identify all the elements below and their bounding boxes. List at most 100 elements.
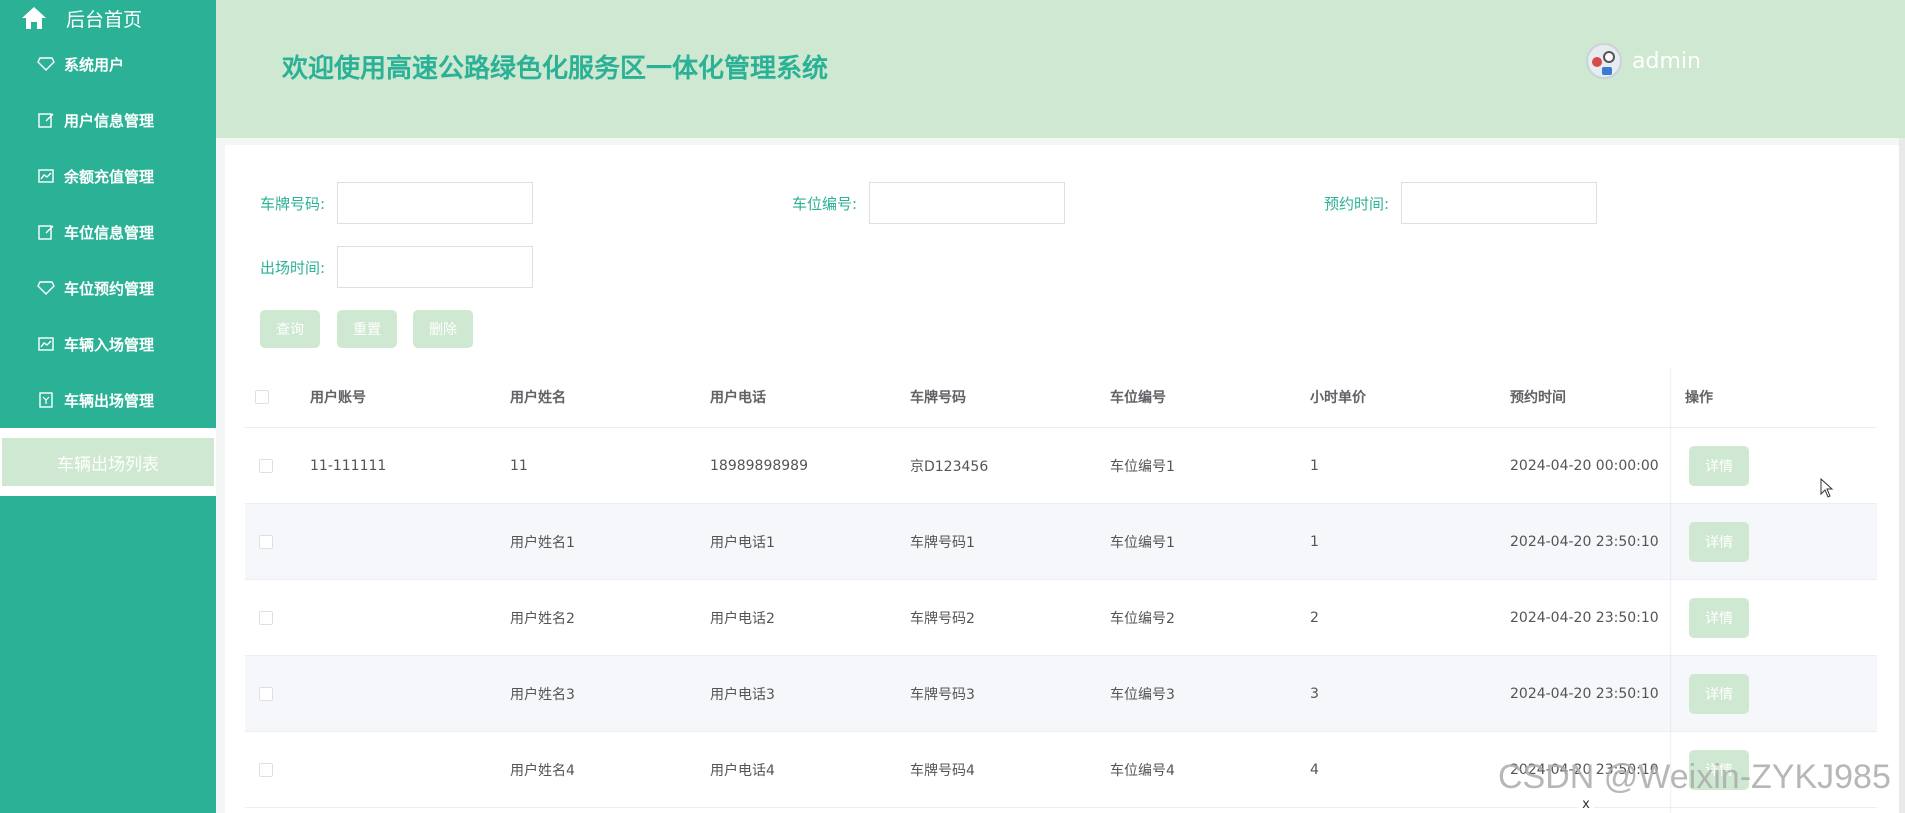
- cell-space: 车位编号3: [1110, 686, 1175, 703]
- table-row: 11-111111 11 18989898989 京D123456 车位编号1 …: [245, 428, 1877, 504]
- close-watermark-button[interactable]: x: [1578, 796, 1594, 813]
- sidebar-home[interactable]: 后台首页: [0, 0, 216, 36]
- search-exit: 出场时间:: [260, 246, 534, 288]
- sidebar-item-label: 用户信息管理: [64, 111, 155, 130]
- col-header: 车位编号: [1110, 390, 1166, 406]
- submenu-item-exit-list[interactable]: 车辆出场列表: [2, 438, 214, 486]
- watermark: CSDN @Weixin-ZYKJ985: [1498, 758, 1891, 796]
- search-reserve: 预约时间:: [1324, 182, 1598, 224]
- content-panel: 车牌号码: 车位编号: 预约时间: 出场时间: 查询 重置 删除 用户账号 用户…: [225, 145, 1900, 813]
- detail-button[interactable]: 详情: [1689, 445, 1749, 486]
- detail-button[interactable]: 详情: [1689, 597, 1749, 638]
- delete-button[interactable]: 删除: [413, 310, 473, 348]
- sidebar-item-label: 车位预约管理: [64, 279, 155, 298]
- cell-price: 2: [1310, 609, 1319, 626]
- sidebar: 后台首页 系统用户 用户信息管理 余额充值管理 车位信息管理 车位预约管理 车辆…: [0, 0, 216, 813]
- cell-reserve-time: 2024-04-20 23:50:10: [1510, 685, 1659, 702]
- cell-plate: 车牌号码4: [910, 762, 975, 779]
- diamond-icon: [36, 278, 56, 298]
- row-checkbox[interactable]: [259, 534, 273, 549]
- detail-button[interactable]: 详情: [1689, 673, 1749, 714]
- row-checkbox[interactable]: [259, 686, 273, 701]
- sidebar-item-user-info[interactable]: 用户信息管理: [0, 92, 216, 148]
- col-header: 用户电话: [710, 390, 766, 406]
- table-header: 用户账号 用户姓名 用户电话 车牌号码 车位编号 小时单价 预约时间 操作: [245, 367, 1877, 428]
- cell-phone: 用户电话1: [710, 534, 775, 551]
- search-exit-label: 出场时间:: [260, 258, 326, 277]
- cell-reserve-time: 2024-04-20 23:50:10: [1510, 609, 1659, 626]
- cell-plate: 车牌号码1: [910, 534, 975, 551]
- row-checkbox[interactable]: [259, 762, 273, 777]
- edit-icon: [36, 110, 56, 130]
- cell-space: 车位编号1: [1110, 458, 1175, 475]
- row-checkbox[interactable]: [259, 610, 273, 625]
- bookmark-icon: [36, 390, 56, 410]
- cell-phone: 用户电话2: [710, 610, 775, 627]
- sidebar-item-space-reserve[interactable]: 车位预约管理: [0, 260, 216, 316]
- search-plate: 车牌号码:: [260, 182, 534, 224]
- search-space-label: 车位编号:: [792, 194, 858, 213]
- row-checkbox[interactable]: [259, 458, 273, 473]
- cell-name: 用户姓名3: [510, 686, 575, 703]
- cell-space: 车位编号4: [1110, 762, 1175, 779]
- reserve-time-input[interactable]: [1401, 182, 1598, 224]
- cell-account: 11-111111: [310, 457, 387, 474]
- cell-name: 用户姓名1: [510, 534, 575, 551]
- col-header: 用户姓名: [510, 390, 566, 406]
- col-header: 操作: [1685, 390, 1713, 406]
- sidebar-home-label: 后台首页: [66, 8, 143, 31]
- cell-phone: 18989898989: [710, 457, 808, 474]
- reset-button[interactable]: 重置: [337, 310, 397, 348]
- cell-reserve-time: 2024-04-20 00:00:00: [1510, 457, 1659, 474]
- username: admin: [1632, 48, 1701, 74]
- cell-price: 4: [1310, 761, 1319, 778]
- sidebar-item-vehicle-exit[interactable]: 车辆出场管理: [0, 372, 216, 428]
- user-menu[interactable]: admin: [1586, 43, 1701, 79]
- cell-price: 1: [1310, 533, 1319, 550]
- sidebar-item-label: 车辆出场管理: [64, 391, 155, 410]
- header: 欢迎使用高速公路绿色化服务区一体化管理系统 admin: [216, 0, 1905, 138]
- col-header: 用户账号: [310, 390, 366, 406]
- cell-price: 3: [1310, 685, 1319, 702]
- sidebar-item-label: 系统用户: [64, 55, 125, 74]
- table-row: 用户姓名1 用户电话1 车牌号码1 车位编号1 1 2024-04-20 23:…: [245, 504, 1877, 580]
- plate-input[interactable]: [337, 182, 534, 224]
- mouse-cursor-icon: [1820, 478, 1834, 498]
- home-icon: [22, 7, 46, 29]
- select-all-checkbox[interactable]: [255, 390, 269, 404]
- space-input[interactable]: [869, 182, 1066, 224]
- scrollbar[interactable]: [1899, 138, 1905, 813]
- submenu-panel: 车辆出场列表: [0, 428, 216, 496]
- diamond-icon: [36, 54, 56, 74]
- sidebar-item-system-users[interactable]: 系统用户: [0, 36, 216, 92]
- sidebar-item-vehicle-entry[interactable]: 车辆入场管理: [0, 316, 216, 372]
- col-header: 小时单价: [1310, 390, 1366, 406]
- cell-price: 1: [1310, 457, 1319, 474]
- cell-reserve-time: 2024-04-20 23:50:10: [1510, 533, 1659, 550]
- detail-button[interactable]: 详情: [1689, 521, 1749, 562]
- search-space: 车位编号:: [792, 182, 1066, 224]
- cell-name: 用户姓名4: [510, 762, 575, 779]
- sidebar-item-label: 车辆入场管理: [64, 335, 155, 354]
- cell-phone: 用户电话3: [710, 686, 775, 703]
- sidebar-item-recharge[interactable]: 余额充值管理: [0, 148, 216, 204]
- sidebar-item-space-info[interactable]: 车位信息管理: [0, 204, 216, 260]
- cell-phone: 用户电话4: [710, 762, 775, 779]
- cell-name: 用户姓名2: [510, 610, 575, 627]
- chart-icon: [36, 334, 56, 354]
- col-header: 预约时间: [1510, 390, 1566, 406]
- avatar: [1586, 43, 1622, 79]
- fixed-column-shadow: [1670, 367, 1672, 813]
- edit-icon: [36, 222, 56, 242]
- table-row: 用户姓名3 用户电话3 车牌号码3 车位编号3 3 2024-04-20 23:…: [245, 656, 1877, 732]
- cell-plate: 车牌号码3: [910, 686, 975, 703]
- search-plate-label: 车牌号码:: [260, 194, 326, 213]
- sidebar-item-label: 余额充值管理: [64, 167, 155, 186]
- cell-name: 11: [510, 457, 528, 474]
- exit-time-input[interactable]: [337, 246, 534, 288]
- cell-space: 车位编号1: [1110, 534, 1175, 551]
- search-reserve-label: 预约时间:: [1324, 194, 1390, 213]
- data-table: 用户账号 用户姓名 用户电话 车牌号码 车位编号 小时单价 预约时间 操作 11…: [245, 367, 1877, 808]
- sidebar-item-label: 车位信息管理: [64, 223, 155, 242]
- query-button[interactable]: 查询: [260, 310, 320, 348]
